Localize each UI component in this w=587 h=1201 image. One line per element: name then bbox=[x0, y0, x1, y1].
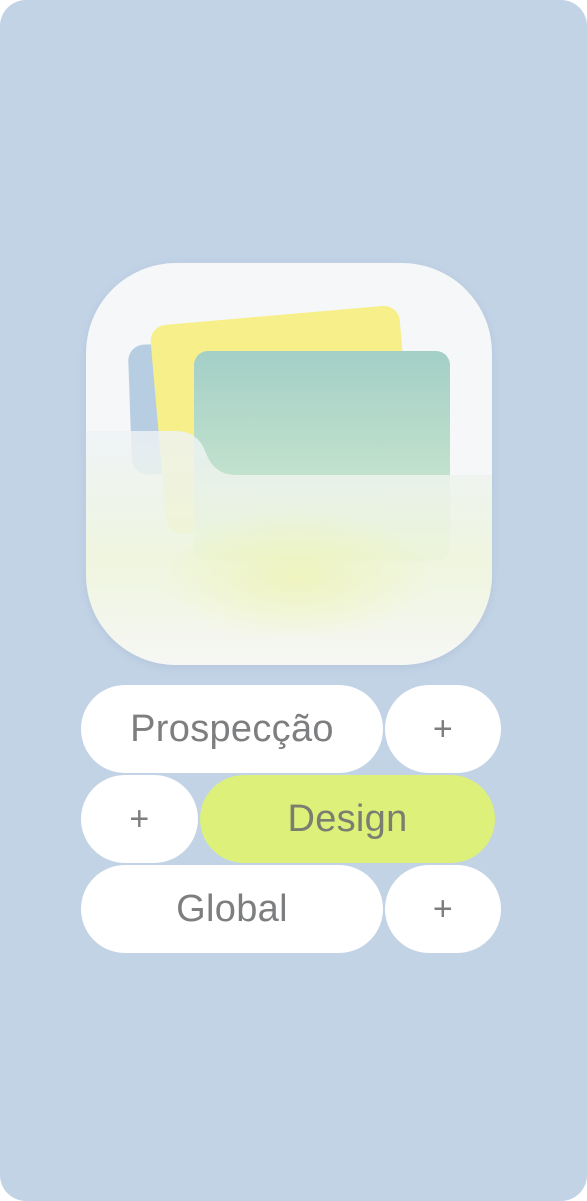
folder-pocket bbox=[86, 431, 492, 665]
card-panel: Prospecção + + Design Global + bbox=[0, 0, 587, 1201]
folder-cards-icon[interactable] bbox=[86, 263, 492, 665]
chip-prospeccao[interactable]: Prospecção bbox=[81, 685, 383, 773]
chip-global[interactable]: Global bbox=[81, 865, 383, 953]
chip-design[interactable]: Design bbox=[200, 775, 495, 863]
add-chip-button[interactable]: + bbox=[81, 775, 198, 863]
add-chip-button[interactable]: + bbox=[385, 685, 501, 773]
add-chip-button[interactable]: + bbox=[385, 865, 501, 953]
